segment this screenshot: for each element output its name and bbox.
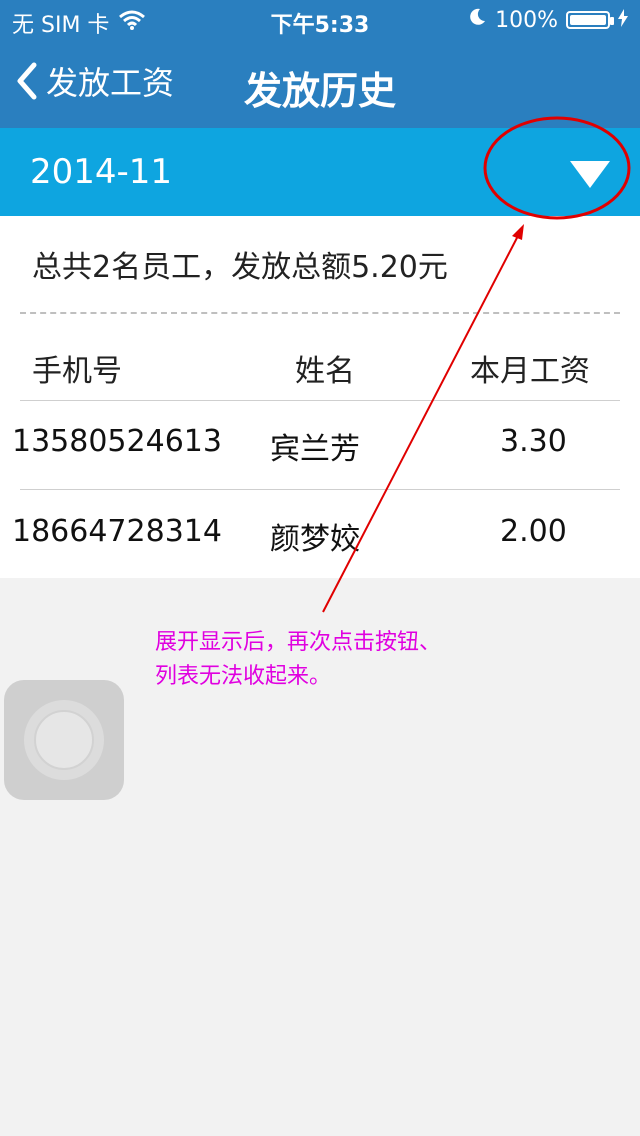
battery-percent: 100% <box>495 7 558 33</box>
annotation-line-1: 展开显示后，再次点击按钮、 <box>155 630 442 655</box>
header-salary: 本月工资 <box>470 354 590 389</box>
row-name: 宾兰芳 <box>270 432 360 467</box>
row-salary: 3.30 <box>500 424 567 459</box>
dashed-divider <box>20 312 620 314</box>
battery-fill <box>570 15 606 25</box>
row-phone: 13580524613 <box>12 424 222 459</box>
summary-text: 总共2名员工，发放总额5.20元 <box>32 250 448 285</box>
battery-icon <box>566 11 614 29</box>
annotation-note: 展开显示后，再次点击按钮、 列表无法收起来。 <box>155 626 515 694</box>
charging-icon <box>618 8 628 33</box>
annotation-line-2: 列表无法收起来。 <box>155 664 332 689</box>
table-row[interactable]: 18664728314 颜梦姣 2.00 <box>0 490 640 578</box>
top-bar: 无 SIM 卡 下午5:33 100% 发放工资 发放历史 <box>0 0 640 128</box>
triangle-down-icon <box>570 161 610 188</box>
moon-icon <box>467 7 487 33</box>
navigation-bar: 发放工资 发放历史 <box>0 40 640 128</box>
expand-toggle-button[interactable] <box>568 158 612 190</box>
month-value: 2014-11 <box>30 152 173 192</box>
row-salary: 2.00 <box>500 514 567 549</box>
row-name: 颜梦姣 <box>270 522 360 557</box>
table-row[interactable]: 13580524613 宾兰芳 3.30 <box>0 400 640 488</box>
row-phone: 18664728314 <box>12 514 222 549</box>
table-header: 手机号 姓名 本月工资 <box>0 336 640 400</box>
page-title: 发放历史 <box>243 69 396 113</box>
status-bar: 无 SIM 卡 下午5:33 100% <box>0 0 640 40</box>
header-name: 姓名 <box>295 354 355 389</box>
header-phone: 手机号 <box>32 354 122 389</box>
month-selector[interactable]: 2014-11 <box>0 128 640 216</box>
assistive-touch-button[interactable] <box>4 680 124 800</box>
history-panel: 总共2名员工，发放总额5.20元 手机号 姓名 本月工资 13580524613… <box>0 216 640 578</box>
